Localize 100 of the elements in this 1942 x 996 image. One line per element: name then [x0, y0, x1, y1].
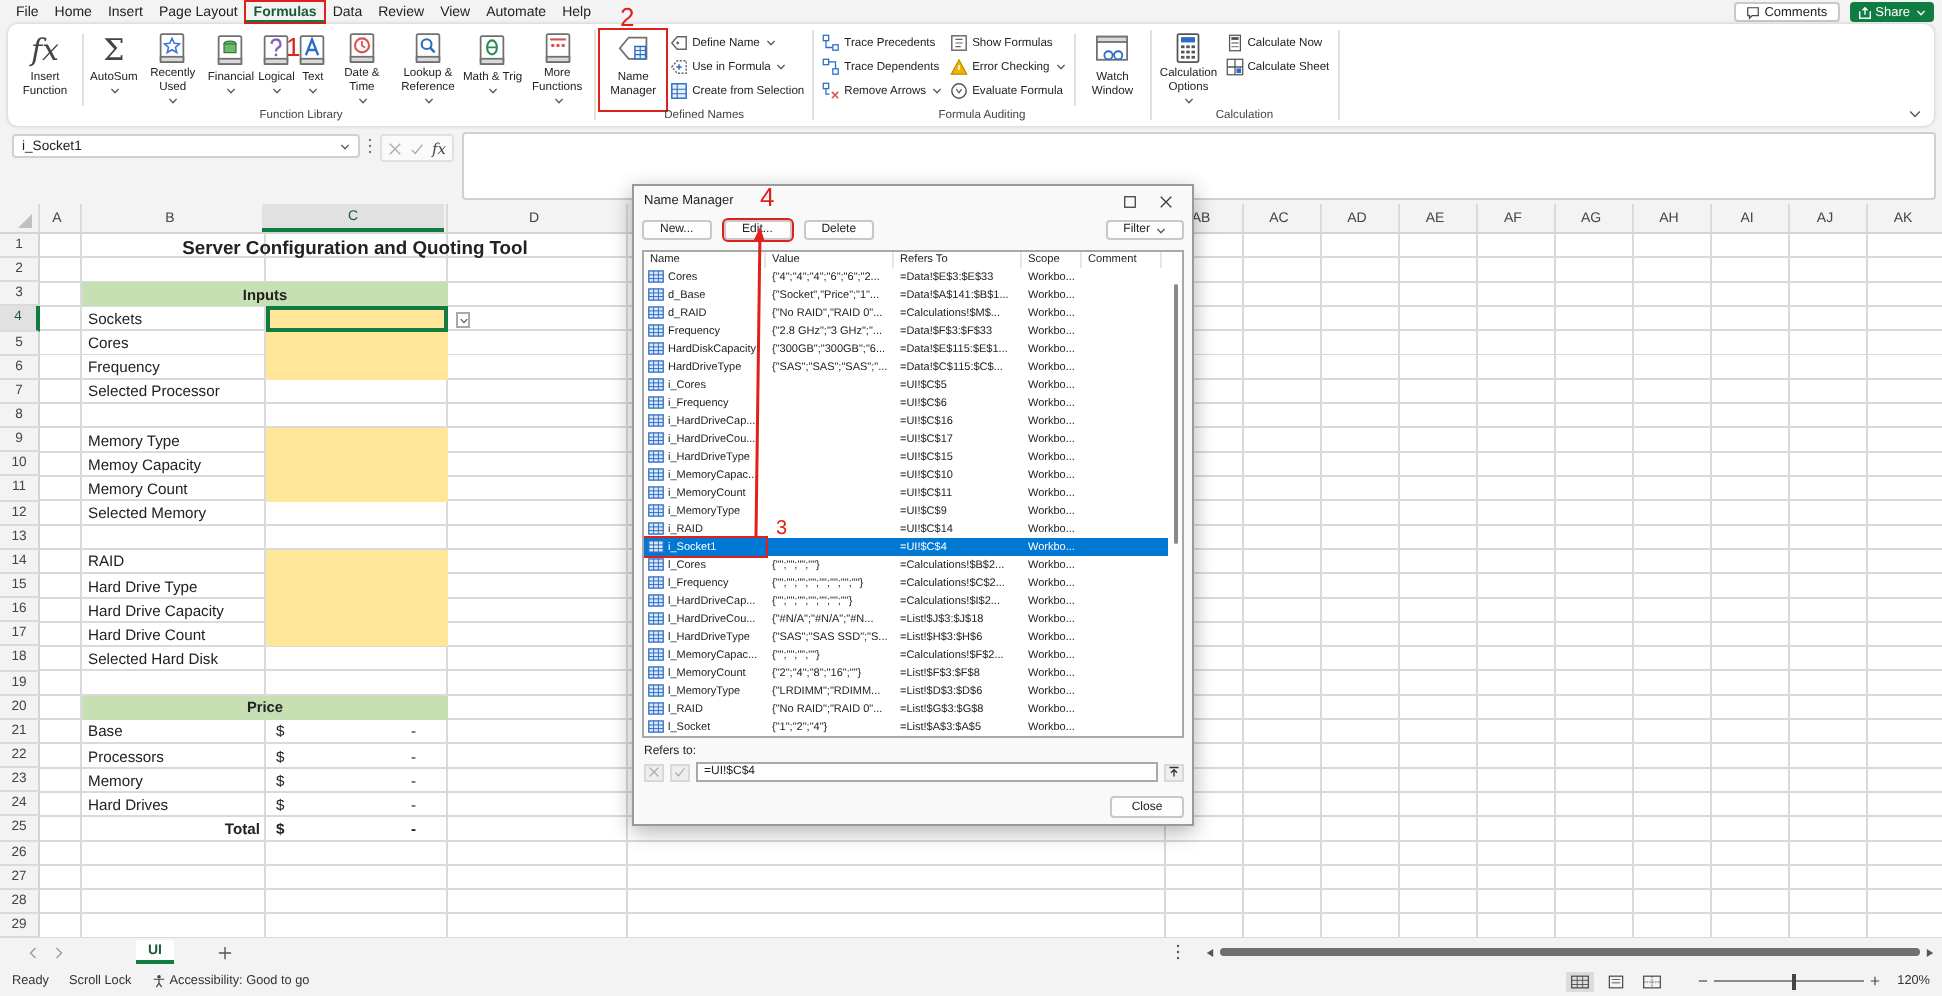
table-icon: [648, 684, 664, 698]
input-cell[interactable]: [266, 622, 448, 647]
table-icon: [648, 720, 664, 734]
sheet-title: Server Configuration and Quoting Tool: [182, 235, 528, 258]
tag-icon: [670, 34, 689, 52]
triangle-icon: [18, 214, 32, 228]
calculator-icon: [1225, 34, 1244, 52]
function-icon: [670, 58, 689, 76]
caret-icon: [765, 40, 776, 46]
book-icon: [478, 34, 507, 66]
upload-arrow-icon: [1168, 766, 1180, 778]
comment-icon: [1746, 5, 1761, 19]
evaluate-icon: [950, 82, 969, 100]
caret-icon: [272, 87, 283, 94]
book-icon: [543, 32, 572, 64]
close-icon: [1160, 195, 1172, 207]
check-icon[interactable]: [410, 141, 424, 155]
table-icon: [648, 270, 664, 284]
input-cell[interactable]: [266, 549, 448, 574]
annotation-number: 4: [760, 184, 775, 210]
table-icon: [648, 450, 664, 464]
dropdown-button[interactable]: [456, 312, 470, 329]
table-icon: [648, 522, 664, 536]
table-icon: [648, 414, 664, 428]
slider-thumb[interactable]: [1792, 973, 1797, 989]
zoom-out-icon[interactable]: [1697, 976, 1708, 986]
input-cell[interactable]: [266, 355, 448, 380]
table-icon: [648, 360, 664, 374]
caret-icon: [340, 143, 350, 149]
book-icon: [262, 34, 291, 66]
remove-arrows-icon: [822, 82, 841, 100]
input-cell[interactable]: [266, 428, 448, 453]
input-cell[interactable]: [266, 331, 448, 356]
table-icon: [648, 324, 664, 338]
table-icon: [648, 576, 664, 590]
table-icon: [648, 612, 664, 626]
confirm-button[interactable]: [670, 763, 690, 781]
table-icon: [648, 378, 664, 392]
caret-icon: [1916, 9, 1926, 15]
book-icon: [298, 34, 327, 66]
accessibility-icon: [151, 974, 166, 988]
table-icon: [648, 504, 664, 518]
scroll-right-icon[interactable]: [1926, 947, 1934, 957]
maximize-icon: [1124, 195, 1136, 207]
calculator-icon: [1174, 32, 1203, 64]
table-icon: [648, 306, 664, 320]
book-icon: [413, 32, 442, 64]
zoom-in-icon[interactable]: [1869, 976, 1880, 986]
table-icon: [648, 666, 664, 680]
cancel-icon[interactable]: [388, 141, 402, 155]
cancel-icon: [648, 766, 660, 778]
table-icon: [648, 468, 664, 482]
caret-icon: [308, 87, 319, 94]
book-icon: [216, 34, 245, 66]
table-icon: [648, 702, 664, 716]
caret-icon: [553, 97, 564, 104]
caret-icon: [109, 87, 120, 94]
table-icon: [648, 396, 664, 410]
caret-icon: [423, 97, 434, 104]
caret-icon: [460, 317, 468, 324]
caret-icon: [488, 87, 499, 94]
trace-icon: [822, 34, 841, 52]
table-icon: [648, 594, 664, 608]
window-icon: [1094, 34, 1131, 66]
table-icon: [648, 486, 664, 500]
horizontal-scrollbar[interactable]: [1220, 946, 1920, 958]
caret-icon: [168, 97, 179, 104]
previous-sheet-icon[interactable]: [28, 945, 38, 959]
tag-icon: [615, 34, 652, 66]
annotation-number: 3: [776, 519, 788, 537]
book-icon: [158, 32, 187, 64]
table-icon: [648, 540, 664, 554]
annotation-number: 2: [620, 4, 635, 30]
table-icon: [670, 82, 689, 100]
add-sheet-icon[interactable]: [218, 945, 232, 959]
table-icon: [648, 342, 664, 356]
function-icon: fx: [30, 33, 59, 67]
view-button[interactable]: [1565, 971, 1594, 991]
drag-handle-icon[interactable]: [1176, 944, 1180, 960]
table-icon: [648, 648, 664, 662]
calculator-icon: [1225, 58, 1244, 76]
formula-sheet-icon: [950, 34, 969, 52]
caret-icon: [226, 87, 237, 94]
check-icon: [674, 766, 686, 778]
next-sheet-icon[interactable]: [54, 945, 64, 959]
caret-icon: [357, 97, 368, 104]
table-icon: [648, 630, 664, 644]
scroll-left-icon[interactable]: [1206, 947, 1214, 957]
chevron-icon[interactable]: [1908, 110, 1922, 118]
collapse-button[interactable]: [1164, 763, 1184, 781]
input-cell[interactable]: [266, 476, 448, 502]
view-button[interactable]: [1637, 971, 1666, 991]
caret-icon: [776, 64, 787, 70]
drag-handle-icon[interactable]: [368, 138, 372, 154]
table-icon: [648, 288, 664, 302]
view-icon: [1605, 973, 1626, 989]
cancel-button[interactable]: [644, 763, 664, 781]
table-icon: [648, 432, 664, 446]
warning-icon: [950, 58, 969, 76]
caret-icon: [932, 88, 943, 94]
